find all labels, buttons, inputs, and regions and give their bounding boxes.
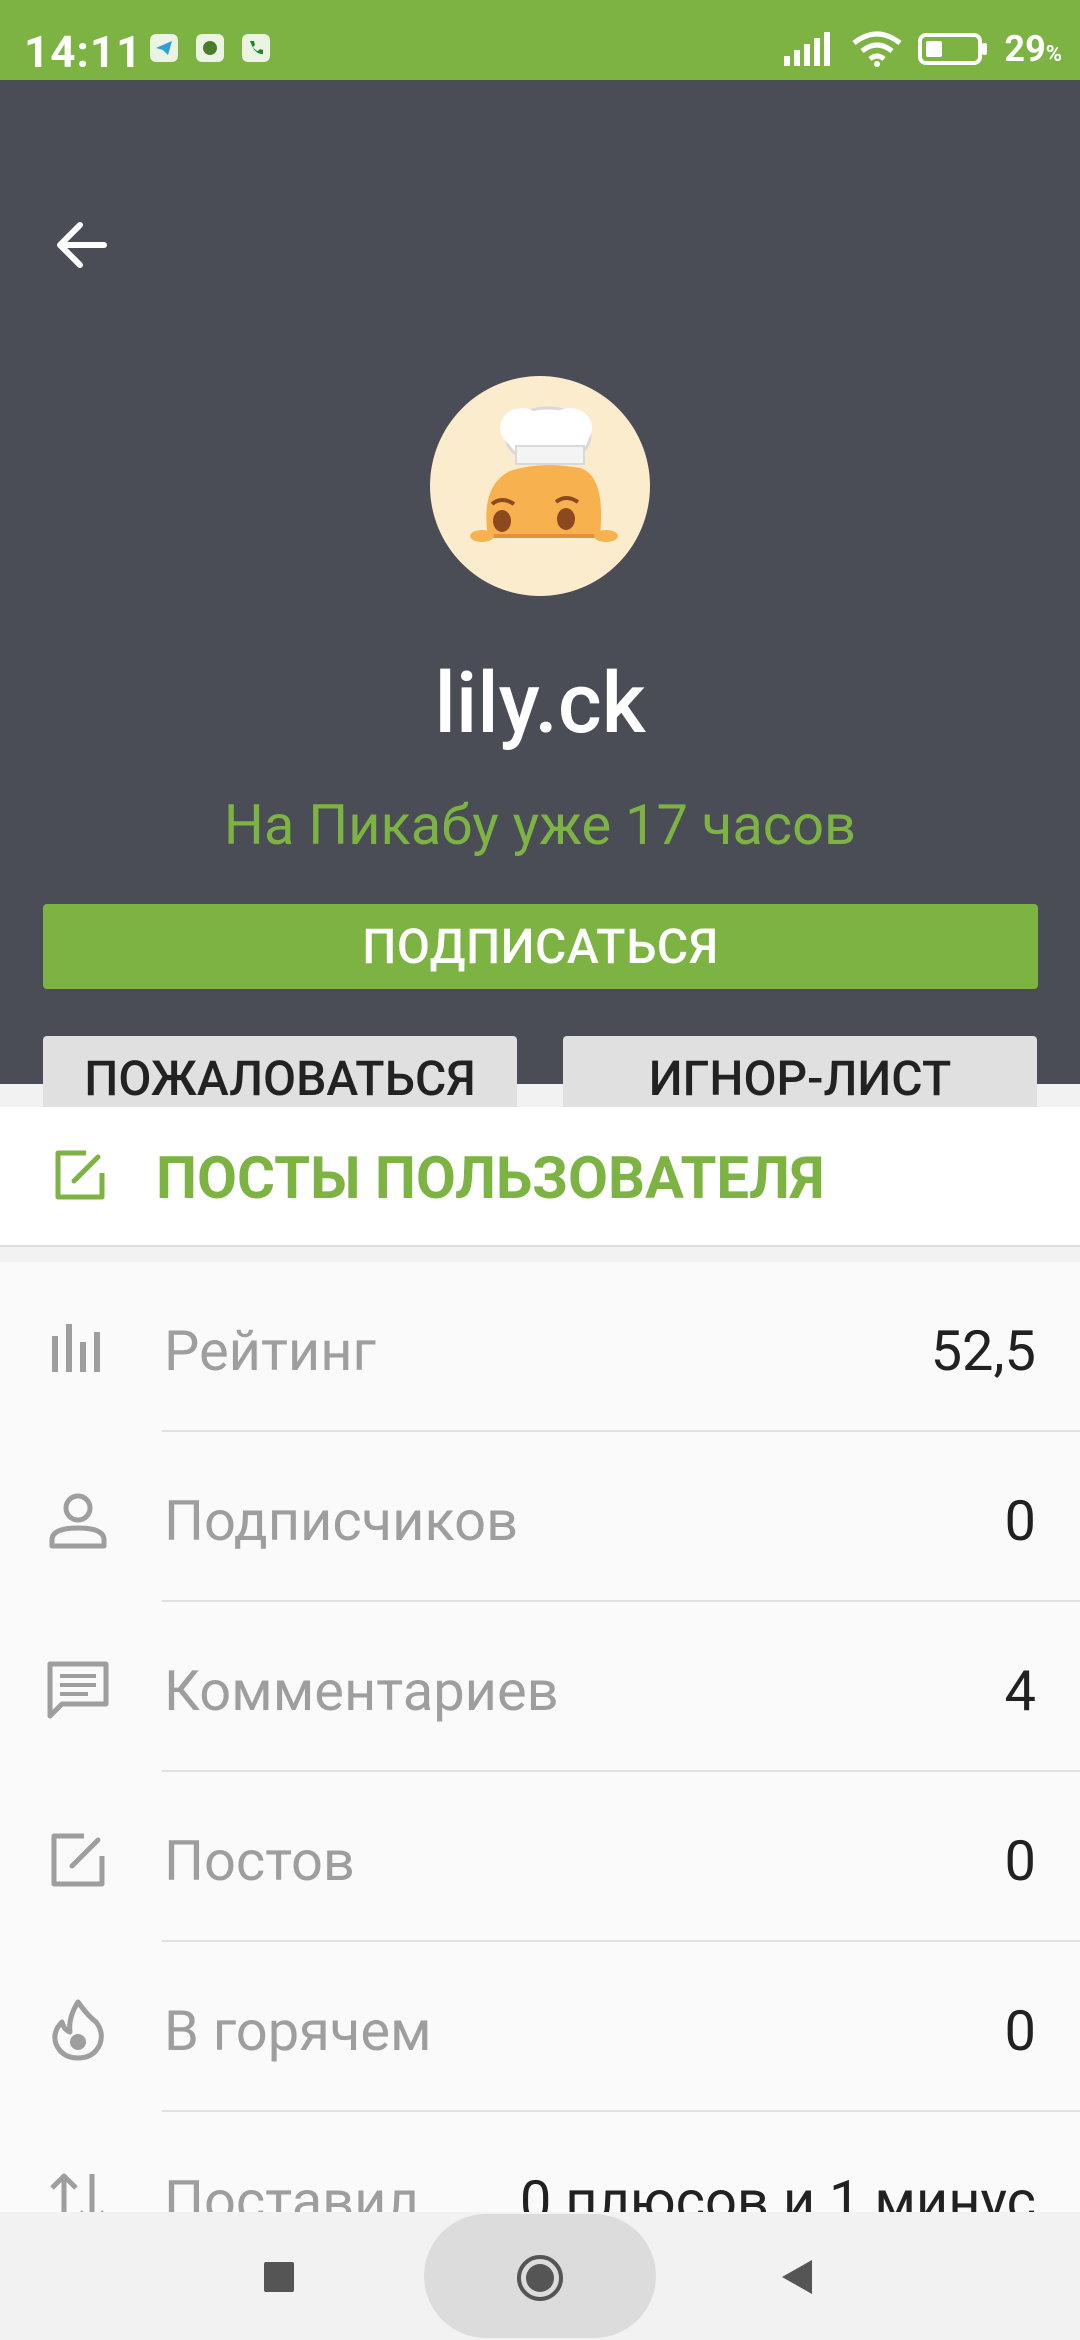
stat-label: Комментариев — [164, 1658, 559, 1724]
wifi-icon — [852, 31, 902, 67]
back-arrow-icon[interactable] — [52, 215, 112, 275]
signal-icon — [784, 32, 831, 66]
member-since: На Пикабу уже 17 часов — [223, 792, 857, 858]
stat-label: Рейтинг — [164, 1318, 377, 1384]
user-icon — [49, 1493, 107, 1549]
stat-label: Подписчиков — [164, 1488, 519, 1554]
user-posts-row[interactable]: ПОСТЫ ПОЛЬЗОВАТЕЛЯ — [0, 1107, 1080, 1247]
fire-icon — [52, 1999, 104, 2061]
stat-posts: Постов 0 — [0, 1772, 1080, 1942]
nav-back-icon[interactable] — [780, 2258, 814, 2296]
home-button[interactable] — [514, 2252, 566, 2304]
status-right: 29% — [784, 28, 1062, 70]
telegram-icon — [150, 34, 178, 62]
notification-icons — [150, 34, 270, 62]
stat-label: Поставил — [164, 2168, 419, 2212]
edit-icon — [51, 1833, 105, 1887]
stat-label: В горячем — [164, 1998, 432, 2064]
battery-icon — [918, 33, 988, 65]
stat-votes: Поставил 0 плюсов и 1 минус — [0, 2112, 1080, 2212]
system-nav-bar — [0, 2212, 1080, 2340]
username: lily.ck — [434, 654, 646, 753]
stat-value: 52,5 — [930, 1318, 1036, 1384]
status-time: 14:11 — [24, 26, 143, 78]
stats-list: Рейтинг 52,5 Подписчиков 0 Комментариев … — [0, 1262, 1080, 2212]
stat-comments: Комментариев 4 — [0, 1602, 1080, 1772]
comment-icon — [47, 1661, 109, 1719]
stat-rating: Рейтинг 52,5 — [0, 1262, 1080, 1432]
stat-hot: В горячем 0 — [0, 1942, 1080, 2112]
stat-value: 0 плюсов и 1 минус — [519, 2168, 1036, 2212]
subscribe-button[interactable]: ПОДПИСАТЬСЯ — [43, 904, 1038, 989]
recents-button[interactable] — [264, 2262, 294, 2292]
stat-subscribers: Подписчиков 0 — [0, 1432, 1080, 1602]
battery-percent-suffix: % — [1045, 42, 1062, 67]
stat-value: 4 — [1004, 1658, 1036, 1724]
updown-icon — [50, 2173, 104, 2212]
shield-app-icon — [196, 34, 224, 62]
stat-value: 0 — [1004, 1828, 1036, 1894]
user-posts-label: ПОСТЫ ПОЛЬЗОВАТЕЛЯ — [156, 1145, 825, 1213]
rating-icon — [52, 1324, 100, 1372]
profile-header: lily.ck На Пикабу уже 17 часов ПОДПИСАТЬ… — [0, 80, 1080, 1121]
stat-label: Постов — [164, 1828, 355, 1894]
battery-percent: 29% — [1004, 28, 1062, 70]
status-bar: 14:11 29% — [0, 0, 1080, 80]
battery-percent-value: 29 — [1004, 28, 1046, 70]
avatar — [430, 376, 650, 596]
stat-value: 0 — [1004, 1998, 1036, 2064]
stat-value: 0 — [1004, 1488, 1036, 1554]
edit-icon — [55, 1150, 105, 1200]
phone-icon — [242, 34, 270, 62]
